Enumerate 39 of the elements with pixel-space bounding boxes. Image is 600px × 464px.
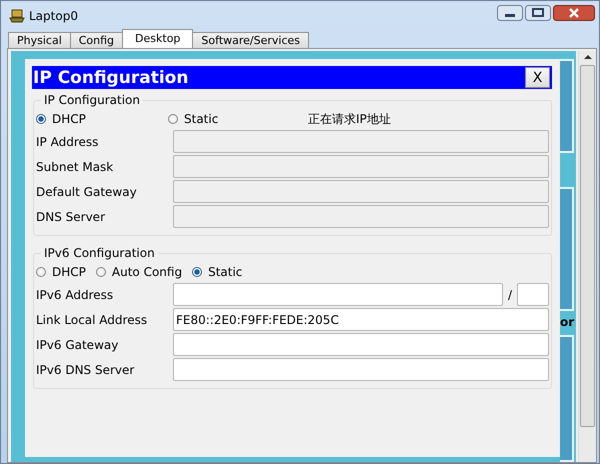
field-label: Default Gateway: [36, 184, 138, 198]
input-field[interactable]: FE80::2E0:F9FF:FEDE:205C: [173, 308, 549, 331]
tab[interactable]: Config: [70, 32, 124, 48]
tab[interactable]: Desktop: [122, 29, 194, 48]
radio-option[interactable]: DHCP: [36, 265, 86, 279]
close-icon[interactable]: [553, 5, 595, 21]
radio-option[interactable]: Auto Config: [96, 265, 182, 279]
field-label: DNS Server: [36, 210, 106, 224]
radio-icon[interactable]: [36, 114, 46, 124]
group-title: IP Configuration: [43, 93, 141, 107]
radio-option[interactable]: Static: [192, 265, 242, 279]
status-text: 正在请求IP地址: [308, 110, 391, 128]
minimize-icon[interactable]: [497, 5, 523, 21]
radio-icon[interactable]: [36, 267, 46, 277]
close-button[interactable]: X: [525, 67, 550, 88]
prefix-separator: /: [508, 288, 512, 302]
laptop-icon: [9, 9, 25, 23]
radio-icon[interactable]: [96, 267, 106, 277]
radio-option[interactable]: DHCP: [36, 112, 158, 126]
field-label: Link Local Address: [36, 312, 148, 326]
group-title: IPv6 Configuration: [43, 246, 156, 260]
radio-option[interactable]: Static: [168, 112, 290, 126]
dialog-title: IP Configuration: [33, 68, 188, 88]
field-label: IPv6 DNS Server: [36, 362, 136, 376]
window-title: Laptop0: [29, 9, 78, 23]
input-field[interactable]: [173, 283, 503, 306]
field-label: IPv6 Address: [36, 288, 114, 302]
radio-icon[interactable]: [192, 267, 202, 277]
tab[interactable]: Software/Services: [192, 32, 310, 48]
prefix-field[interactable]: [517, 283, 549, 306]
radio-icon[interactable]: [168, 114, 178, 124]
field-label: IPv6 Gateway: [36, 338, 120, 352]
field-label: Subnet Mask: [36, 160, 114, 174]
scrollbar[interactable]: [578, 51, 596, 462]
input-field[interactable]: [173, 358, 549, 381]
input-field[interactable]: [173, 333, 549, 356]
field-label: IP Address: [36, 134, 100, 148]
maximize-icon[interactable]: [525, 5, 551, 21]
tab[interactable]: Physical: [8, 32, 71, 48]
